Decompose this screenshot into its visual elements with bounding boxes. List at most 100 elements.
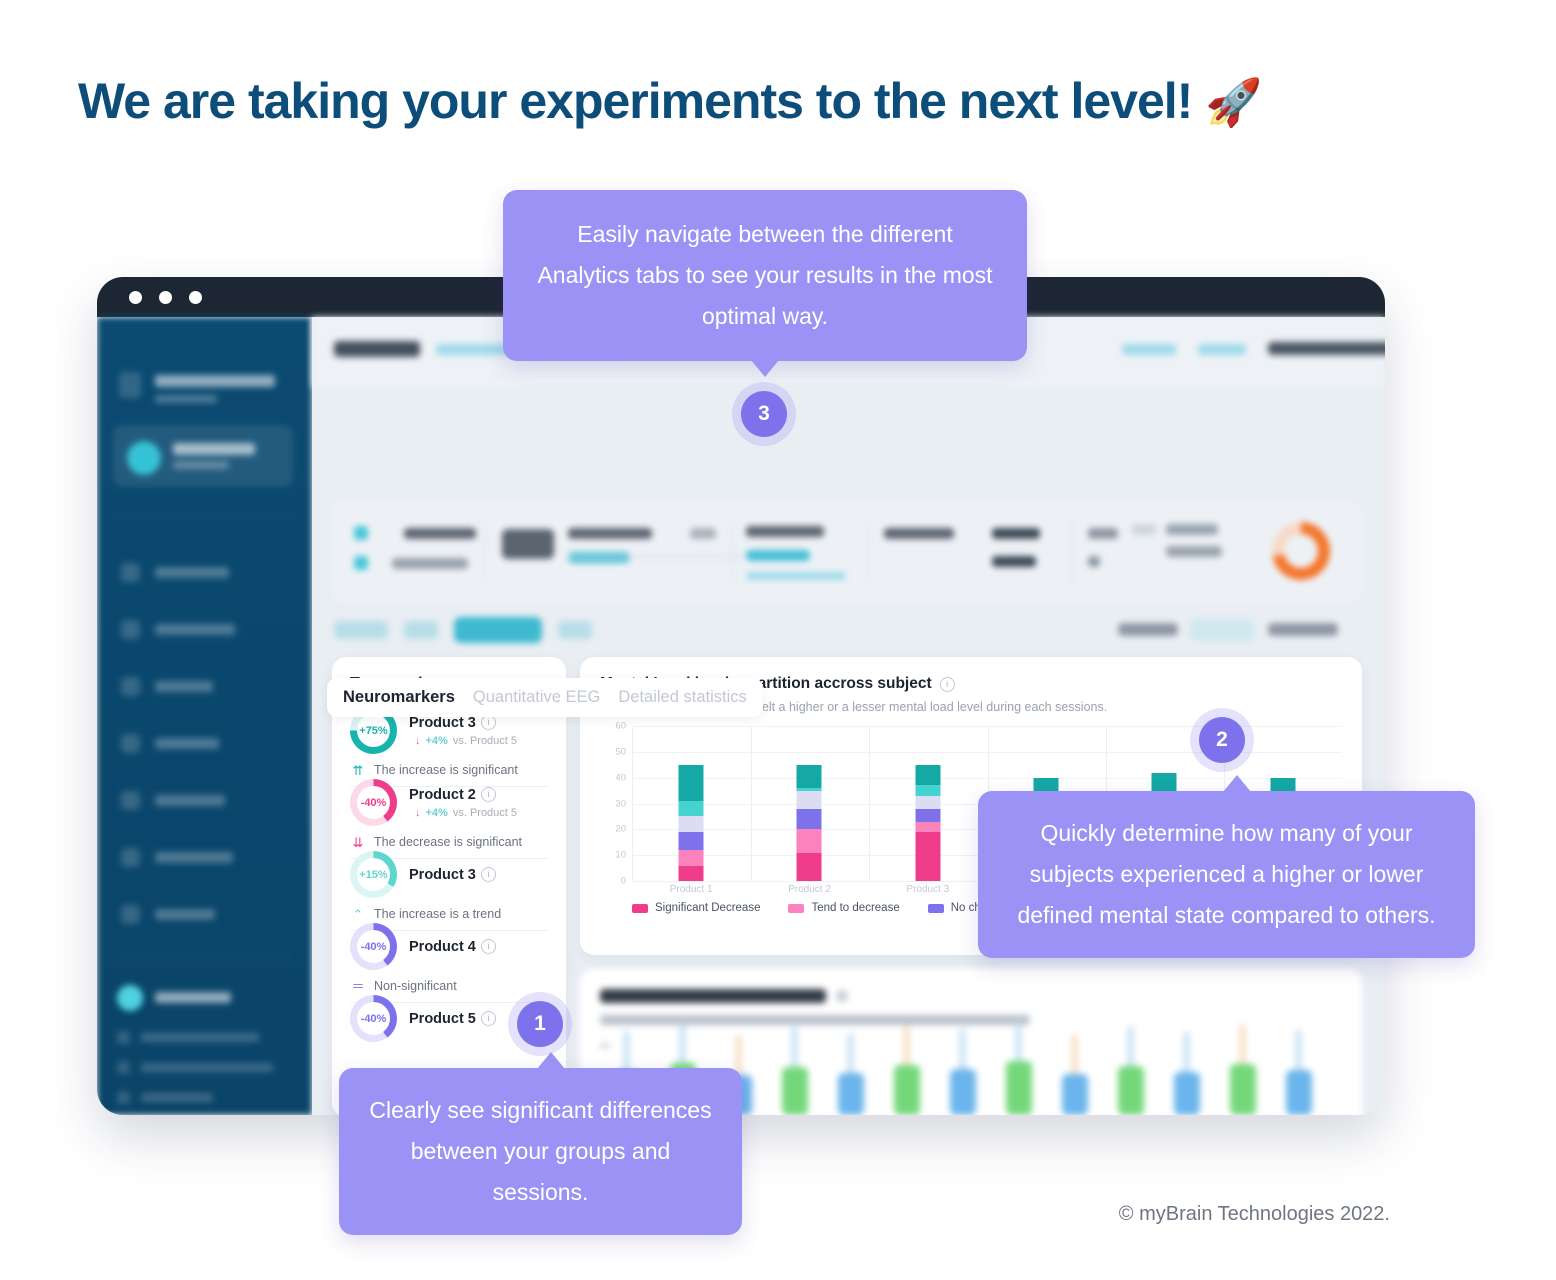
sidebar-item-subjects[interactable]: [115, 674, 295, 700]
summary-value-age: [392, 558, 468, 569]
session-verdict-text: The increase is significant: [374, 763, 518, 777]
info-icon[interactable]: i: [480, 715, 496, 730]
summary-label-duration: [884, 528, 954, 539]
sidebar-item-sessions[interactable]: [115, 731, 295, 757]
sidebar-subitem-help-center[interactable]: [117, 1091, 277, 1104]
sidebar-item-label: [155, 567, 229, 578]
account-role: [173, 461, 229, 469]
chip-mental-load[interactable]: [454, 617, 542, 643]
session-item[interactable]: -40% Product 4 i ＝ Non-significant: [350, 923, 548, 1003]
session-item[interactable]: +75% Product 3 i ↓ +4% vs. Product 5 ⇈ The incr…: [350, 707, 548, 787]
sidebar-subitem-product-updates[interactable]: [117, 1031, 277, 1044]
stacked-bar[interactable]: [915, 764, 941, 881]
legend-swatch: [927, 903, 944, 913]
help-icon: [117, 1091, 130, 1104]
info-icon[interactable]: i: [480, 939, 496, 954]
window-close-dot-icon[interactable]: [129, 291, 142, 304]
sidebar-subitem-scientific-references[interactable]: [117, 1061, 277, 1074]
boxplot-box: [1118, 1066, 1144, 1115]
progress-donut: [1272, 522, 1330, 580]
tab-detailed-statistics[interactable]: Detailed statistics: [618, 688, 746, 707]
sidebar-item-settings[interactable]: [115, 902, 295, 928]
tab-neuromarkers[interactable]: Neuromarkers: [343, 688, 455, 707]
info-icon[interactable]: i: [480, 867, 496, 882]
stacked-bar[interactable]: [678, 764, 704, 881]
bar-segment: [915, 795, 941, 809]
sidebar-item-programs[interactable]: [115, 788, 295, 814]
session-ring-chart: -40%: [350, 779, 397, 826]
boxplot-box: [1174, 1072, 1200, 1115]
sidebar-item-label: [155, 624, 235, 635]
analytics-tabs[interactable]: Neuromarkers Quantitative EEG Detailed sta…: [327, 678, 763, 717]
summary-chip-condition: [746, 550, 810, 561]
legend-label: Significant Decrease: [655, 902, 761, 914]
down-arrow-icon: ↓: [415, 806, 421, 819]
clock-icon: [121, 734, 140, 753]
compare-label: [1118, 623, 1178, 636]
info-icon[interactable]: i: [480, 787, 496, 802]
info-icon[interactable]: i: [939, 676, 955, 692]
person-icon: [121, 677, 140, 696]
callout-text: Clearly see significant differences betw…: [369, 1097, 712, 1205]
chart-legend[interactable]: Significant DecreaseTend to decreaseNo c…: [632, 902, 1006, 914]
filter-chips-row[interactable]: [332, 613, 1362, 647]
bar-segment: [678, 865, 704, 881]
legend-item[interactable]: Significant Decrease: [632, 902, 760, 914]
session-name-row: Product 3 i: [409, 867, 548, 883]
chip-relax[interactable]: [404, 621, 438, 639]
bar-segment: [796, 790, 822, 809]
y-tick-label: 60: [615, 720, 626, 732]
tab-quantitative-eeg[interactable]: Quantitative EEG: [473, 688, 600, 707]
session-verdict: ⇈ The increase is significant: [350, 763, 548, 777]
sidebar-item-analytics[interactable]: [115, 617, 295, 643]
callout-marker-number: 2: [1199, 717, 1245, 763]
session-percent: -40%: [360, 796, 387, 809]
boxplot-box: [838, 1073, 864, 1115]
calendar-icon: [354, 526, 368, 540]
boxplot-box: [1230, 1064, 1256, 1115]
session-verdict: ⇊ The decrease is significant: [350, 835, 548, 849]
info-icon[interactable]: i: [480, 1011, 496, 1026]
company-name: [155, 992, 231, 1003]
chip-more[interactable]: [558, 621, 592, 639]
callout-marker-2[interactable]: 2: [1190, 708, 1254, 772]
boxplot-box: [1006, 1061, 1032, 1115]
sidebar-item-experiments[interactable]: [115, 845, 295, 871]
session-item[interactable]: -40% Product 2 i ↓ +4% vs. Product 5 ⇊ The decr…: [350, 779, 548, 859]
callout-text: Quickly determine how many of your subje…: [1017, 820, 1436, 928]
session-delta-row: ↓ +4% vs. Product 5: [409, 735, 548, 747]
session-ring-chart: -40%: [350, 995, 397, 1042]
company-avatar: [117, 985, 143, 1011]
boxplot-box: [894, 1065, 920, 1115]
session-name: Product 4: [409, 938, 476, 955]
session-ring-chart: +15%: [350, 851, 397, 898]
summary-link[interactable]: [746, 572, 846, 580]
boxplot-box: [950, 1069, 976, 1115]
bar-segment: [915, 831, 941, 881]
compare-option-baseline[interactable]: [1268, 623, 1338, 636]
window-minimize-dot-icon[interactable]: [159, 291, 172, 304]
session-versus: vs. Product 5: [452, 734, 518, 747]
experiment-summary-bar: [332, 500, 1362, 603]
window-maximize-dot-icon[interactable]: [189, 291, 202, 304]
share-button[interactable]: [1122, 344, 1176, 355]
callout-marker-3[interactable]: 3: [732, 382, 796, 446]
stacked-bar[interactable]: [796, 764, 822, 881]
legend-item[interactable]: Tend to decrease: [788, 902, 900, 914]
summary-mini-b: [1088, 556, 1100, 567]
chip-attention[interactable]: [334, 621, 388, 639]
bar-segment: [796, 764, 822, 789]
page-title-text: We are taking your experiments to the ne…: [78, 73, 1193, 129]
sidebar[interactable]: [97, 317, 312, 1115]
distribution-subtitle: [600, 1015, 1030, 1025]
session-name: Product 5: [409, 1010, 476, 1027]
callout-marker-1[interactable]: 1: [508, 992, 572, 1056]
sidebar-item-label: [155, 795, 225, 806]
sidebar-item-overview[interactable]: [115, 560, 295, 586]
session-item[interactable]: +15% Product 3 i ⌃ The increase is a trend: [350, 851, 548, 931]
compare-option-groups[interactable]: [1190, 619, 1254, 641]
brand-logo-icon: [119, 372, 141, 398]
export-button[interactable]: [1198, 344, 1246, 355]
subject-avatars: [502, 529, 554, 559]
down-arrow-icon: ↓: [415, 734, 421, 747]
